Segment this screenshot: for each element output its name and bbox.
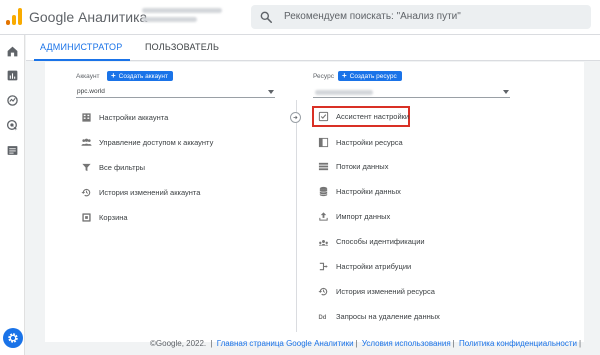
account-selected-value: ppc.world — [77, 88, 105, 95]
create-account-button[interactable]: + Создать аккаунт — [107, 71, 173, 81]
checklist-icon — [318, 111, 329, 122]
menu-label: Корзина — [99, 213, 128, 222]
search-placeholder: Рекомендуем поискать: "Анализ пути" — [284, 11, 461, 22]
tab-user[interactable]: ПОЛЬЗОВАТЕЛЬ — [145, 42, 219, 52]
account-selector[interactable]: ppc.world — [76, 87, 275, 98]
product-name[interactable]: Google Аналитика — [29, 9, 147, 25]
arrow-right-icon — [293, 115, 298, 120]
menu-label: Запросы на удаление данных — [336, 312, 440, 321]
admin-panel — [45, 62, 584, 342]
footer-separator: | — [208, 339, 213, 348]
menu-label: Настройки данных — [336, 187, 401, 196]
history-icon — [318, 287, 328, 296]
menu-label: Управление доступом к аккаунту — [99, 138, 214, 147]
gear-icon — [8, 333, 18, 343]
property-column-label: Ресурс — [313, 73, 334, 80]
people-icon — [81, 138, 92, 146]
footer-separator: | — [452, 339, 455, 348]
svg-text:Dd: Dd — [318, 315, 326, 321]
menu-label: Все фильтры — [99, 163, 146, 172]
create-account-label: Создать аккаунт — [118, 73, 168, 80]
history-icon — [81, 188, 91, 197]
explore-icon[interactable] — [6, 94, 19, 107]
menu-label: Настройки атрибуции — [336, 262, 412, 271]
menu-label: Настройки аккаунта — [99, 113, 169, 122]
copyright-text: ©Google, 2022. — [150, 339, 207, 348]
left-nav-rail — [0, 35, 25, 355]
property-selector[interactable] — [313, 87, 510, 98]
collapse-toggle[interactable] — [290, 112, 301, 123]
advertising-icon[interactable] — [6, 119, 19, 132]
database-icon — [319, 186, 328, 197]
identity-icon — [318, 240, 329, 246]
account-picker[interactable] — [142, 8, 230, 26]
menu-label: История изменений ресурса — [336, 287, 435, 296]
create-property-button[interactable]: + Создать ресурс — [338, 71, 402, 81]
create-property-label: Создать ресурс — [349, 73, 397, 80]
plus-icon: + — [342, 71, 347, 80]
plus-icon: + — [111, 71, 116, 80]
configure-icon[interactable] — [6, 144, 19, 157]
menu-label: История изменений аккаунта — [99, 188, 201, 197]
search-bar[interactable]: Рекомендуем поискать: "Анализ пути" — [251, 5, 591, 29]
footer-separator: | — [355, 339, 358, 348]
menu-label: Импорт данных — [336, 212, 391, 221]
column-divider — [296, 100, 297, 332]
menu-label: Настройки ресурса — [336, 138, 403, 147]
footer-separator: | — [579, 339, 582, 348]
home-icon[interactable] — [6, 45, 19, 58]
menu-label: Способы идентификации — [336, 237, 425, 246]
data-streams-icon — [318, 162, 329, 171]
top-header: Google Аналитика Рекомендуем поискать: "… — [0, 0, 600, 35]
active-tab-indicator — [34, 59, 130, 61]
filter-icon — [82, 163, 91, 172]
menu-label: Ассистент настройки — [336, 112, 410, 121]
upload-icon — [319, 212, 328, 221]
tab-administrator[interactable]: АДМИНИСТРАТОР — [40, 42, 122, 52]
footer: ©Google, 2022. | Главная страница Google… — [150, 339, 583, 348]
search-icon — [260, 11, 273, 24]
footer-link-terms[interactable]: Условия использования — [362, 339, 451, 348]
admin-gear-button[interactable] — [3, 328, 23, 348]
chevron-down-icon — [268, 90, 274, 94]
analytics-logo-icon[interactable] — [6, 8, 22, 25]
reports-icon[interactable] — [6, 69, 19, 82]
admin-tabs: АДМИНИСТРАТОР ПОЛЬЗОВАТЕЛЬ — [26, 35, 600, 61]
attribution-icon — [319, 262, 328, 271]
account-column-label: Аккаунт — [76, 73, 100, 80]
trash-icon — [82, 213, 91, 222]
dd-icon: Dd — [318, 315, 326, 321]
property-selected-value — [315, 90, 373, 95]
footer-link-privacy[interactable]: Политика конфиденциальности — [459, 339, 577, 348]
menu-label: Потоки данных — [336, 162, 389, 171]
building-icon — [82, 113, 91, 122]
property-settings-icon — [318, 137, 329, 148]
chevron-down-icon — [503, 90, 509, 94]
footer-link-analytics-home[interactable]: Главная страница Google Аналитики — [217, 339, 354, 348]
